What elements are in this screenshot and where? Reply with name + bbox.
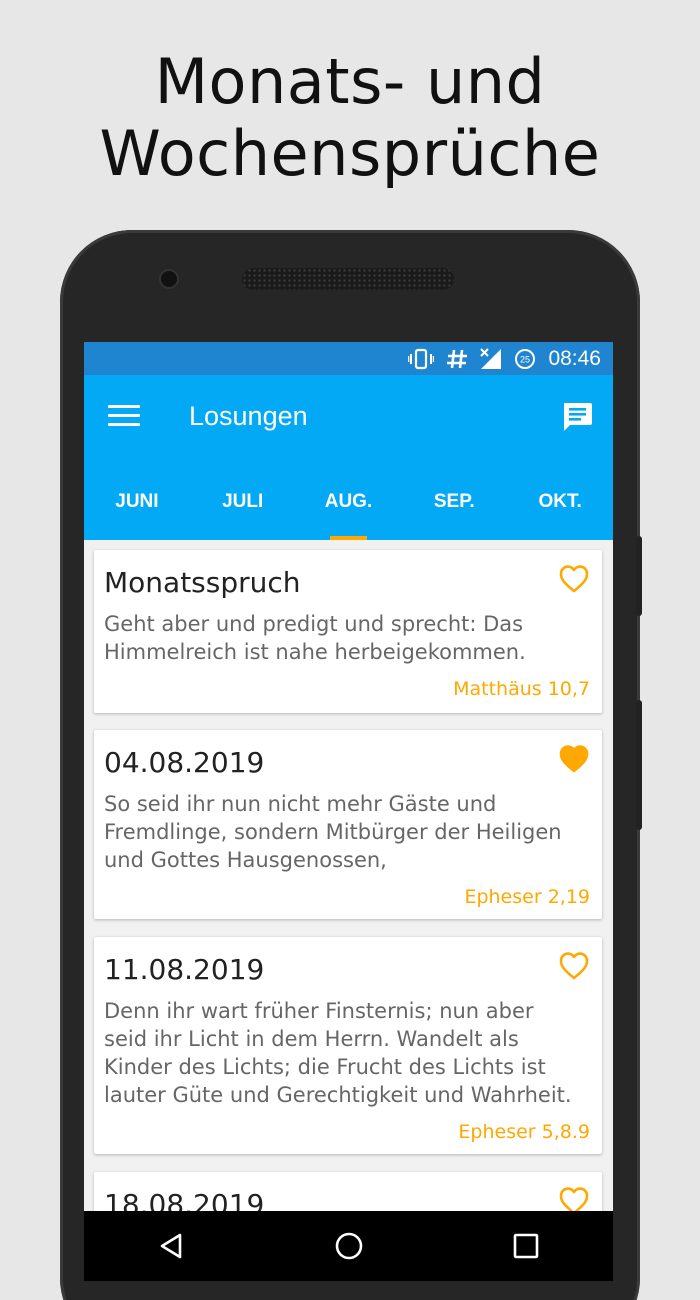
card-text: Denn ihr wart früher Finsternis; nun abe… [104,999,572,1107]
status-time: 08:46 [548,346,601,370]
verse-card[interactable]: 11.08.2019 Denn ihr wart früher Finstern… [94,937,602,1154]
tab-juni[interactable]: JUNI [84,485,190,540]
menu-icon[interactable] [108,405,140,431]
hash-icon [446,348,468,370]
card-text: Geht aber und predigt und sprecht: Das H… [104,612,526,664]
phone-screen: 25 08:46 Losungen JUNI JULI AUG. SEP. OK… [84,342,613,1281]
signal-icon [480,347,502,370]
navigation-bar [84,1211,613,1281]
card-title: 04.08.2019 [104,746,265,779]
card-reference: Epheser 5,8.9 [458,1121,590,1143]
month-tabs: JUNI JULI AUG. SEP. OKT. [84,485,613,540]
earpiece-speaker [242,268,454,290]
card-text: So seid ihr nun nicht mehr Gäste und Fre… [104,792,562,872]
message-icon[interactable] [560,400,594,434]
promo-title-line1: Monats- und [154,45,546,118]
back-icon[interactable] [158,1232,186,1260]
home-icon[interactable] [334,1231,364,1261]
card-title: Monatsspruch [104,566,301,599]
app-bar: Losungen JUNI JULI AUG. SEP. OKT. [84,375,613,540]
power-button [636,700,642,830]
front-camera [161,271,177,287]
card-reference: Matthäus 10,7 [453,678,590,700]
tab-aug[interactable]: AUG. [296,485,402,540]
app-title: Losungen [189,401,308,431]
tab-okt[interactable]: OKT. [507,485,613,540]
status-bar: 25 08:46 [84,342,613,375]
heart-filled-icon[interactable] [558,744,590,774]
card-title: 11.08.2019 [104,953,265,986]
heart-outline-icon[interactable] [558,564,590,594]
card-reference: Epheser 2,19 [464,886,590,908]
data-saver-badge: 25 [520,354,530,364]
promo-title: Monats- und Wochensprüche [0,46,700,190]
tab-juli[interactable]: JULI [190,485,296,540]
volume-button [636,536,642,616]
data-saver-icon: 25 [514,348,536,370]
recents-icon[interactable] [513,1233,539,1259]
vibrate-icon [408,348,435,370]
verse-card[interactable]: Monatsspruch Geht aber und predigt und s… [94,550,602,713]
heart-outline-icon[interactable] [558,951,590,981]
tab-sep[interactable]: SEP. [401,485,507,540]
promo-title-line2: Wochensprüche [99,117,601,190]
verse-card[interactable]: 04.08.2019 So seid ihr nun nicht mehr Gä… [94,730,602,919]
